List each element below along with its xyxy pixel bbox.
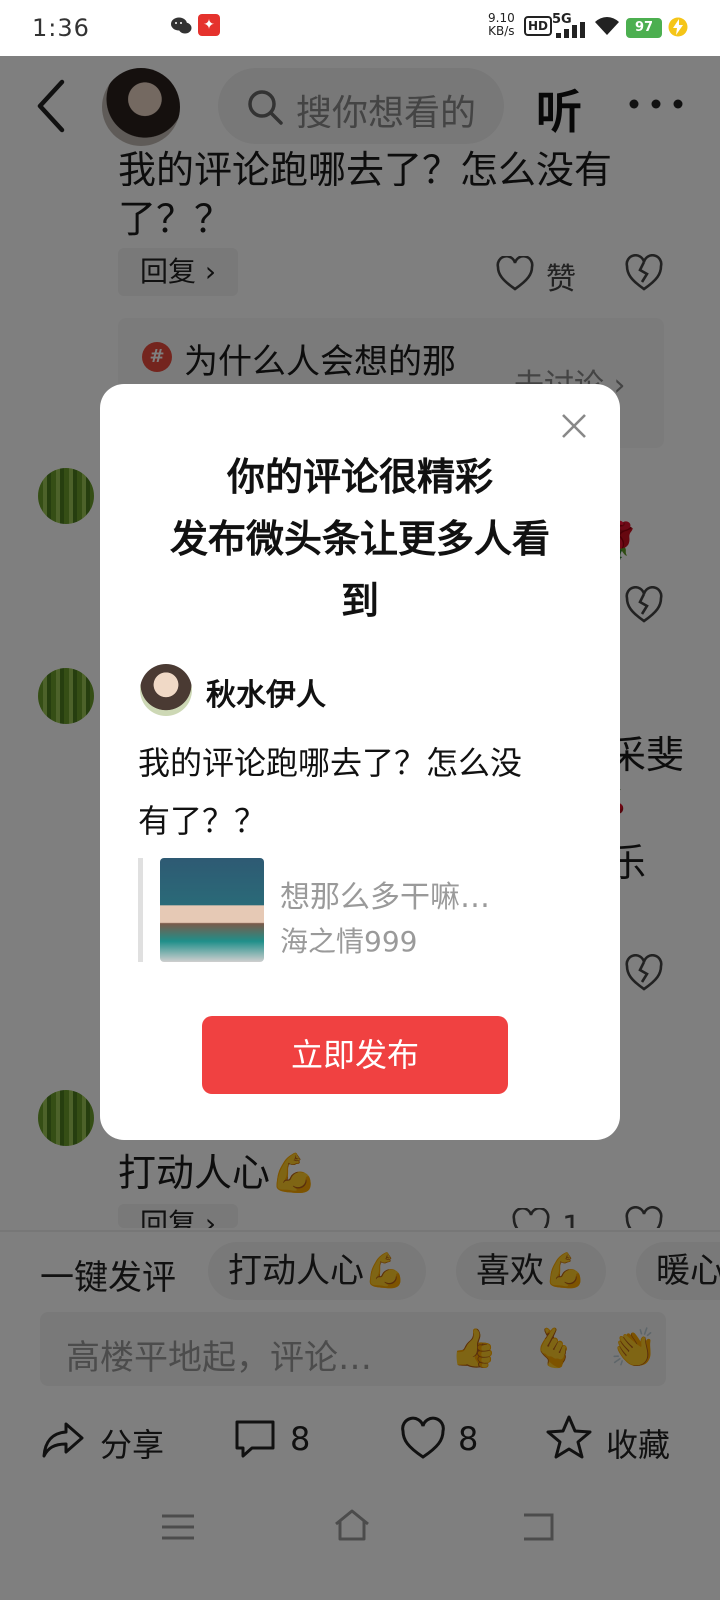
- wifi-icon: [595, 17, 619, 35]
- status-bar: 1:36 ✦ 9.10 KB/s HD 5G 97: [0, 0, 720, 56]
- user-avatar: [140, 664, 192, 716]
- quote-divider: [138, 858, 143, 962]
- status-time: 1:36: [32, 14, 90, 42]
- signal-icon: [556, 22, 585, 38]
- quoted-author: 海之情999: [280, 925, 418, 958]
- hd-badge: HD: [524, 16, 553, 36]
- app-notification-icon: ✦: [198, 14, 220, 36]
- dialog-comment-text: 我的评论跑哪去了？怎么没 有了？？: [138, 744, 523, 840]
- close-icon[interactable]: [560, 412, 588, 440]
- wechat-icon: [171, 17, 192, 34]
- network-speed: 9.10 KB/s: [488, 11, 515, 38]
- dialog-title: 你的评论很精彩 发布微头条让更多人看 到: [169, 455, 550, 623]
- quoted-article-thumbnail: [160, 858, 264, 962]
- dialog-username: 秋水伊人: [206, 678, 326, 713]
- publish-button[interactable]: 立即发布: [202, 1016, 508, 1094]
- charging-icon: [668, 17, 688, 37]
- battery-indicator: 97: [626, 18, 662, 38]
- quoted-text: 想那么多干嘛…: [280, 880, 490, 915]
